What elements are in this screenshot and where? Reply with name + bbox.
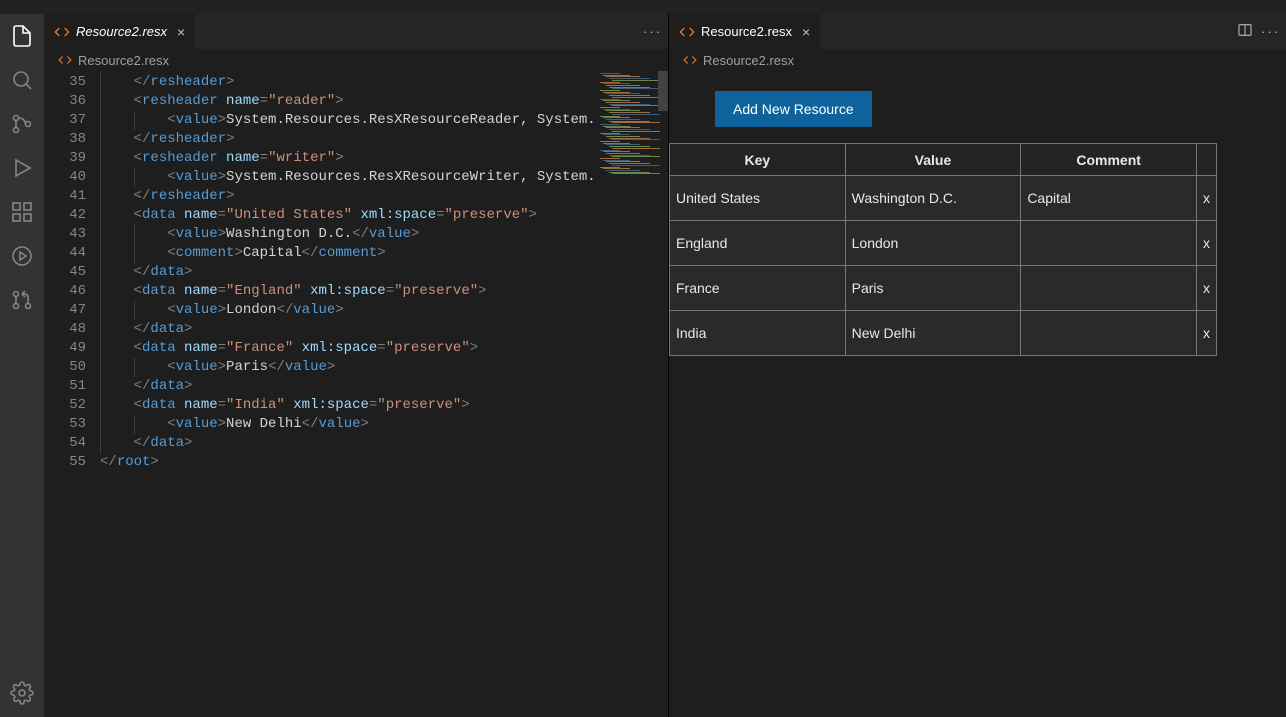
cell-comment[interactable] <box>1021 266 1197 311</box>
cell-key[interactable]: France <box>670 266 846 311</box>
resource-table: Key Value Comment United StatesWashingto… <box>669 143 1217 356</box>
explorer-icon[interactable] <box>8 22 36 50</box>
cell-key[interactable]: United States <box>670 176 846 221</box>
split-editor-icon[interactable] <box>1237 22 1253 41</box>
table-row: United StatesWashington D.C.Capitalx <box>670 176 1217 221</box>
vertical-scrollbar[interactable] <box>658 71 668 717</box>
tab-resource2-source[interactable]: Resource2.resx × <box>44 14 196 49</box>
delete-row-button[interactable]: x <box>1196 221 1216 266</box>
breadcrumb-right[interactable]: Resource2.resx <box>669 49 1286 71</box>
editor-more-actions-icon[interactable]: ··· <box>643 24 662 39</box>
tab-label: Resource2.resx <box>701 24 792 39</box>
table-header-row: Key Value Comment <box>670 144 1217 176</box>
xml-file-icon <box>54 24 70 40</box>
editor-more-actions-icon[interactable]: ··· <box>1261 24 1280 39</box>
table-row: FranceParis x <box>670 266 1217 311</box>
search-icon[interactable] <box>8 66 36 94</box>
cell-value[interactable]: Paris <box>845 266 1021 311</box>
add-new-resource-button[interactable]: Add New Resource <box>715 91 872 127</box>
cell-comment[interactable] <box>1021 221 1197 266</box>
settings-icon[interactable] <box>0 679 44 707</box>
breadcrumb-left[interactable]: Resource2.resx <box>44 49 668 71</box>
header-value: Value <box>845 144 1021 176</box>
source-control-icon[interactable] <box>8 110 36 138</box>
run-debug-icon[interactable] <box>8 154 36 182</box>
cell-value[interactable]: London <box>845 221 1021 266</box>
cell-value[interactable]: New Delhi <box>845 311 1021 356</box>
code-editor[interactable]: 3536373839404142434445464748495051525354… <box>44 71 668 717</box>
resx-preview: Add New Resource Key Value Comment Unite… <box>669 71 1286 717</box>
line-number-gutter: 3536373839404142434445464748495051525354… <box>44 71 100 717</box>
xml-file-icon <box>679 24 695 40</box>
tab-bar-left: Resource2.resx × ··· <box>44 14 668 49</box>
table-row: EnglandLondon x <box>670 221 1217 266</box>
header-comment: Comment <box>1021 144 1197 176</box>
delete-row-button[interactable]: x <box>1196 266 1216 311</box>
breadcrumb-label: Resource2.resx <box>78 53 169 68</box>
xml-file-icon <box>58 53 72 67</box>
cell-value[interactable]: Washington D.C. <box>845 176 1021 221</box>
tab-label: Resource2.resx <box>76 24 167 39</box>
editor-group-preview: Resource2.resx × ··· Resource2.resx Add … <box>669 14 1286 717</box>
close-tab-icon[interactable]: × <box>798 24 810 40</box>
tab-bar-right: Resource2.resx × ··· <box>669 14 1286 49</box>
header-delete <box>1196 144 1216 176</box>
delete-row-button[interactable]: x <box>1196 176 1216 221</box>
extensions-icon[interactable] <box>8 198 36 226</box>
tab-resource2-preview[interactable]: Resource2.resx × <box>669 14 821 49</box>
menubar <box>0 0 1286 14</box>
delete-row-button[interactable]: x <box>1196 311 1216 356</box>
cell-key[interactable]: India <box>670 311 846 356</box>
cell-comment[interactable]: Capital <box>1021 176 1197 221</box>
breadcrumb-label: Resource2.resx <box>703 53 794 68</box>
cell-comment[interactable] <box>1021 311 1197 356</box>
header-key: Key <box>670 144 846 176</box>
table-row: IndiaNew Delhi x <box>670 311 1217 356</box>
cell-key[interactable]: England <box>670 221 846 266</box>
code-content[interactable]: </resheader> <resheader name="reader"> <… <box>100 71 668 717</box>
editor-area: Resource2.resx × ··· Resource2.resx 3536… <box>44 14 1286 717</box>
xml-file-icon <box>683 53 697 67</box>
editor-group-source: Resource2.resx × ··· Resource2.resx 3536… <box>44 14 669 717</box>
close-tab-icon[interactable]: × <box>173 24 185 40</box>
pull-requests-icon[interactable] <box>8 286 36 314</box>
testing-icon[interactable] <box>8 242 36 270</box>
activity-bar <box>0 14 44 717</box>
